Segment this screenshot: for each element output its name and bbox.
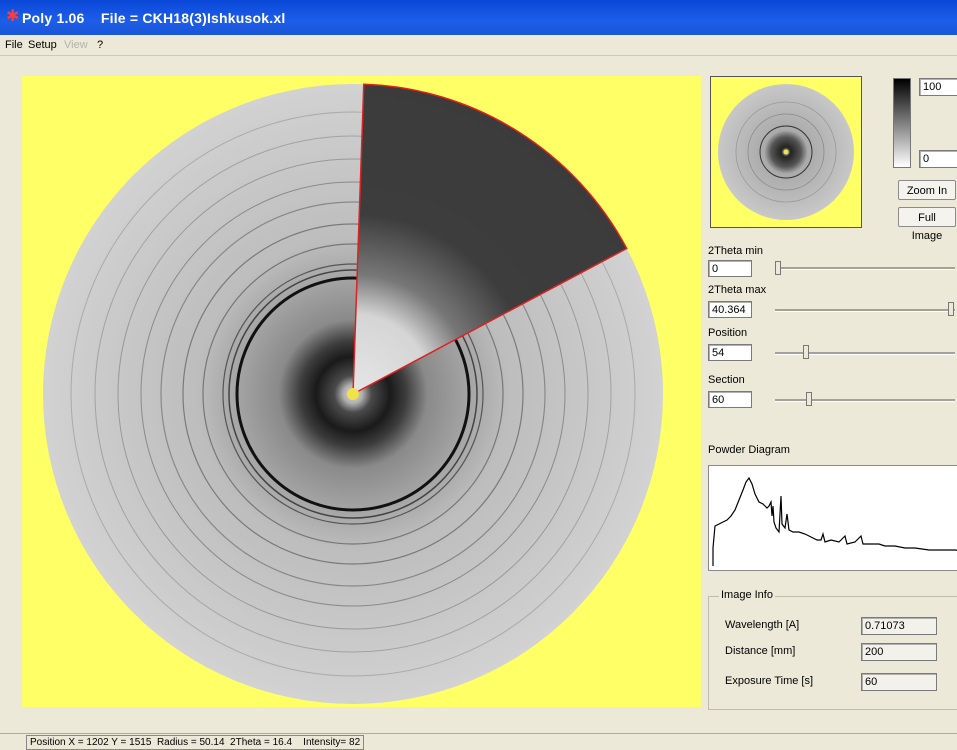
position-field[interactable] — [708, 344, 752, 361]
distance-label: Distance [mm] — [725, 645, 796, 657]
twotheta-min-label: 2Theta min — [708, 245, 764, 257]
position-slider-thumb[interactable] — [803, 345, 809, 359]
powder-diagram — [708, 465, 957, 571]
menu-view: View — [64, 39, 88, 51]
thumbnail-view[interactable] — [710, 76, 862, 228]
twotheta-min-slider[interactable] — [775, 267, 955, 270]
twotheta-min-field[interactable] — [708, 260, 752, 277]
diffraction-image[interactable] — [22, 76, 701, 707]
twotheta-max-field[interactable] — [708, 301, 752, 318]
status-bar: Position X = 1202 Y = 1515 Radius = 50.1… — [0, 733, 957, 750]
wavelength-field[interactable] — [861, 617, 937, 635]
position-label: Position — [708, 327, 748, 339]
image-info-group: Image Info Wavelength [A] Distance [mm] … — [708, 589, 957, 710]
twotheta-max-slider-thumb[interactable] — [948, 302, 954, 316]
exposure-time-field[interactable] — [861, 673, 937, 691]
image-info-title: Image Info — [719, 589, 775, 601]
exposure-time-label: Exposure Time [s] — [725, 675, 814, 687]
intensity-max-field[interactable] — [919, 78, 957, 96]
section-label: Section — [708, 374, 745, 386]
powder-curve — [712, 476, 957, 566]
full-image-button[interactable]: Full Image — [898, 207, 956, 242]
intensity-min-field[interactable] — [919, 150, 957, 168]
wavelength-label: Wavelength [A] — [725, 619, 800, 631]
title-bar[interactable]: ✱ Poly 1.06 File = CKH18(3)Ishkusok.xl — [0, 0, 957, 35]
twotheta-max-label: 2Theta max — [708, 284, 767, 296]
section-slider[interactable] — [775, 399, 955, 402]
distance-field[interactable] — [861, 643, 937, 661]
diffraction-image-canvas[interactable] — [22, 76, 701, 707]
position-slider[interactable] — [775, 352, 955, 355]
menu-help[interactable]: ? — [97, 39, 103, 51]
powder-diagram-plot — [712, 476, 957, 566]
beam-center — [347, 388, 359, 400]
intensity-gradient — [893, 78, 911, 168]
menu-bar: File Setup View ? — [0, 35, 957, 56]
window-title: Poly 1.06 File = CKH18(3)Ishkusok.xl — [22, 10, 286, 26]
menu-file[interactable]: File — [5, 39, 23, 51]
powder-diagram-label: Powder Diagram — [708, 444, 790, 456]
status-text: Position X = 1202 Y = 1515 Radius = 50.1… — [26, 735, 365, 750]
twotheta-max-slider[interactable] — [775, 309, 955, 312]
section-slider-thumb[interactable] — [806, 392, 812, 406]
zoom-in-button[interactable]: Zoom In — [898, 180, 956, 200]
twotheta-min-slider-thumb[interactable] — [775, 261, 781, 275]
app-icon: ✱ — [6, 8, 20, 25]
section-field[interactable] — [708, 391, 752, 408]
menu-setup[interactable]: Setup — [28, 39, 57, 51]
